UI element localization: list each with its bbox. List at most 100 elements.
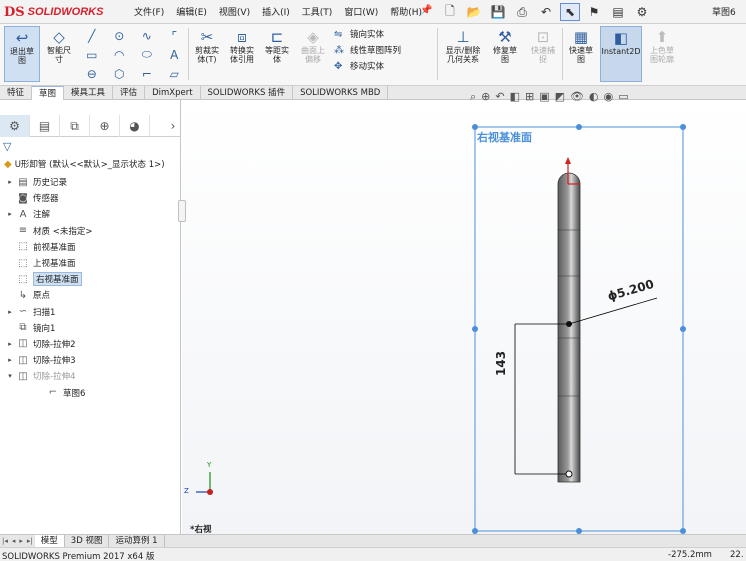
- tree-item[interactable]: ▸ ▤ 历史记录: [4, 174, 180, 190]
- slot-icon[interactable]: ⊖: [78, 64, 106, 83]
- tree-item[interactable]: ⧉ 镜向1: [4, 320, 180, 336]
- circle-icon[interactable]: ⊙: [106, 27, 134, 46]
- open-icon[interactable]: 📂: [464, 3, 484, 21]
- tree-item[interactable]: ▸ ∽ 扫描1: [4, 304, 180, 320]
- expand-toggle-icon[interactable]: ▸: [4, 178, 16, 186]
- sketch-point[interactable]: [565, 470, 573, 478]
- tab-3d-view[interactable]: 3D 视图: [65, 534, 110, 548]
- menu-tools[interactable]: 工具(T): [302, 5, 333, 18]
- offset-entities-button[interactable]: ⊏ 等距实 体: [260, 28, 294, 64]
- scene-icon[interactable]: ◉: [604, 90, 614, 104]
- tab-mold-tools[interactable]: 模具工具: [64, 86, 114, 100]
- expand-toggle-icon[interactable]: ▸: [4, 356, 16, 364]
- plane-label[interactable]: 右视基准面: [477, 129, 532, 145]
- dimxpert-manager-tab-icon[interactable]: ⊕: [90, 115, 120, 137]
- first-tab-icon[interactable]: |◂: [0, 537, 10, 545]
- ellipse-icon[interactable]: ⬭: [133, 46, 161, 65]
- panel-collapse-handle[interactable]: [178, 200, 186, 222]
- spline-icon[interactable]: ∿: [133, 27, 161, 46]
- tree-item[interactable]: ▾ ◫ 切除-拉伸4: [4, 368, 180, 384]
- tab-evaluate[interactable]: 评估: [113, 86, 146, 100]
- section-view-icon[interactable]: ◧: [510, 90, 520, 104]
- tab-dimxpert[interactable]: DimXpert: [145, 86, 201, 100]
- tab-addins[interactable]: SOLIDWORKS 插件: [201, 86, 294, 100]
- line-icon[interactable]: ╱: [78, 27, 106, 46]
- display-style-icon[interactable]: ◩: [555, 90, 565, 104]
- configuration-manager-tab-icon[interactable]: ⧉: [60, 115, 90, 137]
- repair-sketch-button[interactable]: ⚒ 修复草 图: [488, 28, 522, 64]
- graphics-area[interactable]: 右视基准面 ϕ5.200 143 Y Z: [182, 100, 746, 534]
- new-document-icon[interactable]: 🗋: [440, 3, 460, 21]
- file-properties-icon[interactable]: ▤: [608, 3, 628, 21]
- previous-view-icon[interactable]: ↶: [495, 90, 504, 104]
- property-manager-tab-icon[interactable]: ▤: [30, 115, 60, 137]
- plane-handle[interactable]: [472, 326, 478, 332]
- shaded-sketch-contours-button[interactable]: ⬆ 上色草 图轮廓: [644, 28, 680, 64]
- instant2d-button[interactable]: ◧ Instant2D: [600, 26, 642, 82]
- zoom-area-icon[interactable]: ⊕: [481, 90, 490, 104]
- arc-icon[interactable]: ◠: [106, 46, 134, 65]
- expand-toggle-icon[interactable]: ▸: [4, 308, 16, 316]
- rebuild-icon[interactable]: ⚑: [584, 3, 604, 21]
- expand-toggle-icon[interactable]: ▸: [4, 210, 16, 218]
- menu-window[interactable]: 窗口(W): [344, 5, 378, 18]
- plane-icon[interactable]: ▱: [161, 64, 189, 83]
- tree-item[interactable]: ⬚ 上视基准面: [4, 255, 180, 271]
- menu-insert[interactable]: 插入(I): [262, 5, 290, 18]
- rod-body[interactable]: [557, 172, 581, 483]
- app-logo[interactable]: DS SOLIDWORKS: [4, 3, 116, 21]
- tab-features[interactable]: 特征: [0, 86, 33, 100]
- tree-item[interactable]: ↳ 原点: [4, 287, 180, 303]
- chevron-right-icon[interactable]: ›: [165, 115, 181, 137]
- quick-snaps-button[interactable]: ⊡ 快速捕 捉: [526, 28, 560, 64]
- tab-model[interactable]: 模型: [34, 534, 65, 548]
- edit-appearance-icon[interactable]: ◐: [589, 90, 599, 104]
- tab-mbd[interactable]: SOLIDWORKS MBD: [293, 86, 389, 100]
- zoom-to-fit-icon[interactable]: ⌕: [470, 90, 476, 104]
- hide-show-icon[interactable]: 👁: [570, 90, 584, 104]
- smart-dimension-button[interactable]: ◇ 智能尺 寸: [42, 28, 76, 64]
- trim-entities-button[interactable]: ✂ 剪裁实 体(T): [190, 28, 224, 64]
- dynamic-annotation-icon[interactable]: ⊞: [525, 90, 534, 104]
- view-settings-icon[interactable]: ▭: [618, 90, 628, 104]
- save-icon[interactable]: 💾: [488, 3, 508, 21]
- sketch-canvas[interactable]: [182, 100, 746, 534]
- prev-tab-icon[interactable]: ◂: [10, 537, 18, 545]
- tree-item[interactable]: ▸ A 注解: [4, 206, 180, 222]
- move-entities-button[interactable]: ✥ 移动实体: [334, 60, 401, 73]
- tab-motion-study[interactable]: 运动算例 1: [109, 534, 165, 548]
- last-tab-icon[interactable]: ▸|: [25, 537, 35, 545]
- pin-icon[interactable]: 📌: [420, 5, 432, 16]
- mirror-entities-button[interactable]: ⇋ 镜向实体: [334, 28, 401, 41]
- polygon-icon[interactable]: ⬡: [106, 64, 134, 83]
- tree-item[interactable]: ⬚ 右视基准面: [4, 271, 180, 287]
- menu-help[interactable]: 帮助(H): [390, 5, 422, 18]
- menu-view[interactable]: 视图(V): [219, 5, 250, 18]
- menu-file[interactable]: 文件(F): [134, 5, 164, 18]
- exit-sketch-button[interactable]: ↩ 退出草 图: [4, 26, 40, 82]
- display-manager-tab-icon[interactable]: ◕: [120, 115, 150, 137]
- tree-item[interactable]: ≡ 材质 <未指定>: [4, 223, 180, 239]
- chamfer-icon[interactable]: ⌜: [161, 27, 189, 46]
- filter-icon[interactable]: ▽: [3, 140, 11, 153]
- next-tab-icon[interactable]: ▸: [17, 537, 25, 545]
- plane-handle[interactable]: [680, 326, 686, 332]
- text-icon[interactable]: A: [161, 46, 189, 65]
- feature-manager-tab-icon[interactable]: ⚙: [0, 115, 30, 137]
- tree-root-part[interactable]: ◆ U形卸管 (默认<<默认>_显示状态 1>): [4, 158, 165, 171]
- plane-handle[interactable]: [576, 124, 582, 130]
- tree-item[interactable]: ▸ ◫ 切除-拉伸3: [4, 352, 180, 368]
- length-dimension[interactable]: 143: [494, 351, 508, 376]
- menu-edit[interactable]: 编辑(E): [176, 5, 207, 18]
- display-delete-relations-button[interactable]: ⊥ 显示/删除 几何关系: [440, 28, 486, 64]
- print-icon[interactable]: ⎙: [512, 3, 532, 21]
- select-cursor-icon[interactable]: ⬉: [560, 3, 580, 21]
- options-gear-icon[interactable]: ⚙: [632, 3, 652, 21]
- expand-toggle-icon[interactable]: ▸: [4, 340, 16, 348]
- linear-pattern-button[interactable]: ⁂ 线性草图阵列: [334, 44, 401, 57]
- tree-item[interactable]: ⬚ 前视基准面: [4, 239, 180, 255]
- rapid-sketch-button[interactable]: ▦ 快速草 图: [564, 28, 598, 64]
- tree-item[interactable]: ⌐ 草图6: [4, 384, 180, 400]
- plane-handle[interactable]: [680, 124, 686, 130]
- offset-on-surface-button[interactable]: ◈ 曲面上 偏移: [296, 28, 330, 64]
